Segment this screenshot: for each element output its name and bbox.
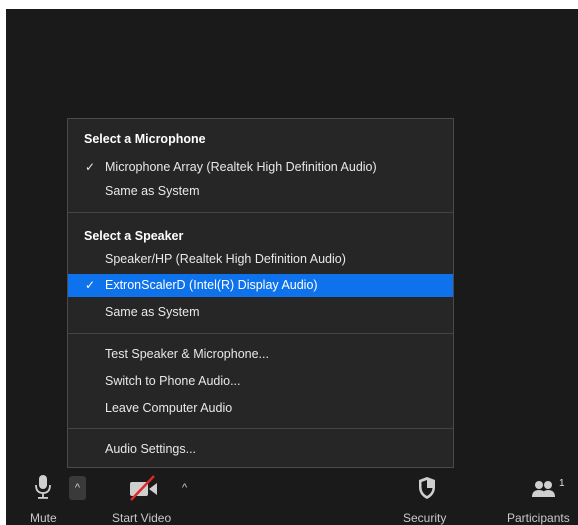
mic-option-microphone-array[interactable]: ✓ Microphone Array (Realtek High Definit… [68,156,453,179]
video-options-caret-button[interactable]: ^ [182,482,187,494]
participants-icon [532,481,555,497]
speaker-section-header: Select a Speaker [84,229,184,243]
security-label: Security [403,511,447,525]
test-speaker-microphone-item[interactable]: Test Speaker & Microphone... [68,343,453,366]
shield-icon [419,477,435,499]
mic-section-header: Select a Microphone [84,132,206,146]
participants-count: 1 [559,478,565,489]
start-video-button[interactable]: Start Video [96,470,176,525]
speaker-option-extronscalerd[interactable]: ✓ ExtronScalerD (Intel(R) Display Audio) [68,274,453,297]
audio-menu: Select a Microphone ✓ Microphone Array (… [67,118,454,468]
microphone-icon [35,475,51,499]
switch-to-phone-audio-item[interactable]: Switch to Phone Audio... [68,370,453,393]
security-button[interactable]: Security [398,470,458,525]
checkmark-icon: ✓ [85,160,96,174]
caret-up-icon: ^ [74,482,81,494]
speaker-option-speaker-hp[interactable]: Speaker/HP (Realtek High Definition Audi… [68,248,453,271]
camera-off-icon [130,475,157,501]
mic-option-same-as-system[interactable]: Same as System [68,180,453,203]
mute-label: Mute [30,511,57,525]
checkmark-icon: ✓ [85,278,96,292]
mute-button[interactable]: Mute [16,470,71,525]
speaker-option-same-as-system[interactable]: Same as System [68,301,453,324]
meeting-toolbar: Mute ^ Start Video ^ Security 1 Particip… [6,470,578,525]
start-video-label: Start Video [112,511,172,525]
audio-settings-item[interactable]: Audio Settings... [68,438,453,461]
divider [68,212,453,213]
caret-up-icon: ^ [182,482,188,494]
participants-label: Participants [507,511,570,525]
participants-button[interactable]: 1 Participants [504,470,578,525]
audio-options-caret-button[interactable]: ^ [69,476,86,500]
leave-computer-audio-item[interactable]: Leave Computer Audio [68,397,453,420]
divider [68,428,453,429]
divider [68,333,453,334]
